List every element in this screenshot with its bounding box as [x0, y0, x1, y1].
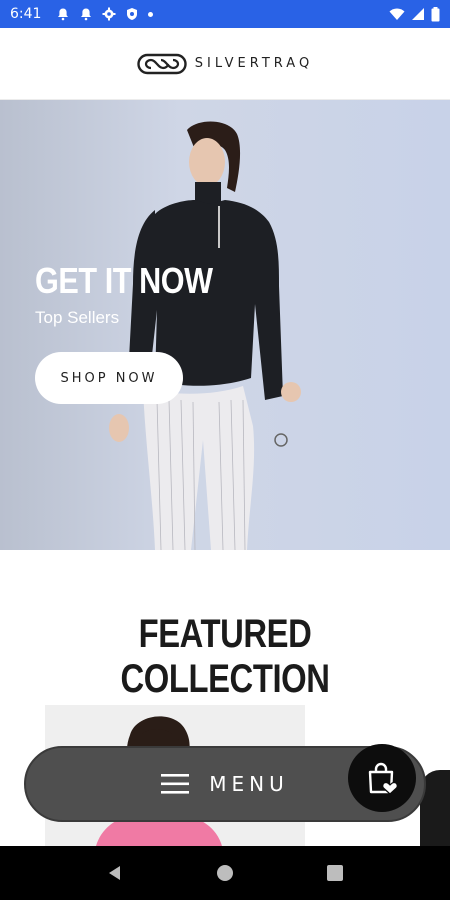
notification-bell-icon	[58, 8, 69, 21]
featured-collection-title: FEATURED COLLECTION	[120, 612, 330, 701]
back-icon[interactable]	[106, 864, 124, 882]
brand-name: SILVERTRAQ	[194, 56, 314, 71]
hero-title: GET IT NOW	[35, 260, 213, 301]
notification-bell-icon	[81, 8, 92, 21]
wifi-icon	[389, 8, 405, 20]
status-bar: 6:41	[0, 0, 450, 28]
menu-label: MENU	[209, 772, 289, 796]
model-photo	[109, 121, 301, 550]
dot-icon	[148, 11, 154, 17]
cellular-signal-icon	[412, 8, 424, 20]
app-header: SILVERTRAQ	[0, 28, 450, 100]
cart-button[interactable]	[348, 744, 416, 812]
status-time: 6:41	[10, 6, 42, 22]
system-nav-bar	[0, 846, 450, 900]
status-right-group	[389, 6, 440, 22]
shop-now-button[interactable]: SHOP NOW	[35, 352, 183, 404]
shopping-bag-heart-icon	[368, 762, 398, 795]
infinity-logo-icon	[137, 53, 187, 74]
home-icon[interactable]	[216, 864, 234, 882]
status-left-group: 6:41	[10, 6, 154, 22]
recents-icon[interactable]	[326, 864, 344, 882]
settings-gear-icon	[102, 7, 116, 21]
shield-icon	[127, 8, 138, 20]
hero-subtitle: Top Sellers	[35, 308, 120, 327]
hero-banner[interactable]: GET IT NOW Top Sellers SHOP NOW	[0, 100, 450, 550]
brand-logo[interactable]: SILVERTRAQ	[137, 53, 313, 75]
hamburger-icon	[161, 774, 190, 794]
battery-icon	[431, 6, 440, 21]
